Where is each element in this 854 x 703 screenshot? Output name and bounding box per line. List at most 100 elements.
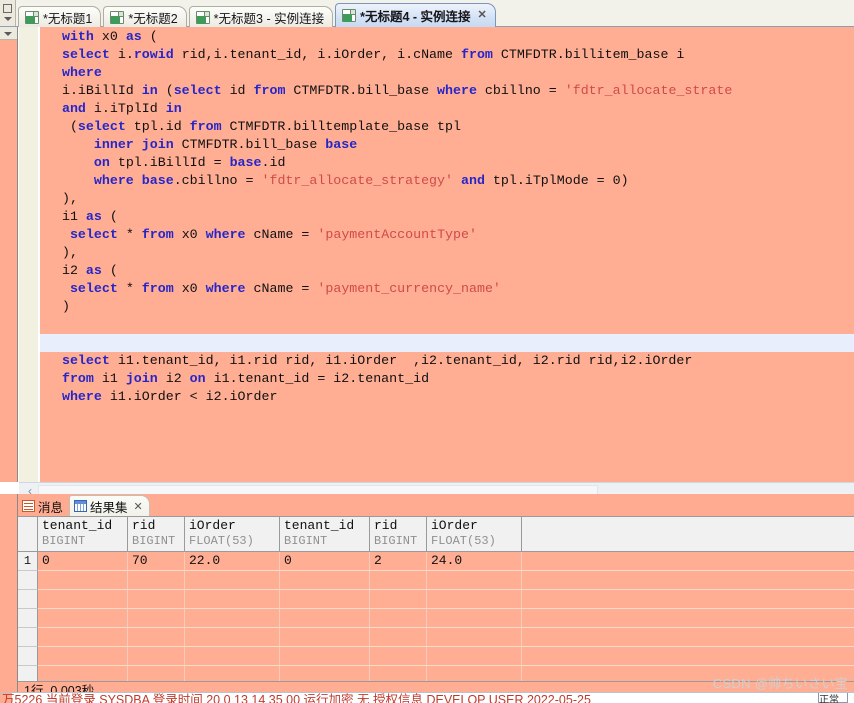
grid-cell[interactable] [185,609,280,628]
editor-tab-label: *无标题3 - 实例连接 [213,11,325,26]
grid-cell[interactable] [427,609,522,628]
editor-tab-1[interactable]: *无标题1 [18,6,102,27]
db-status-text: 万5226 当前登录 SYSDBA 登录时间 20 0 13 14 35 00 … [2,693,591,703]
grid-cell[interactable] [128,628,185,647]
grid-cell[interactable]: 2 [370,552,427,571]
grid-cell[interactable] [280,628,370,647]
row-number[interactable] [18,609,38,628]
grid-cell[interactable] [370,647,427,666]
watermark: CSDN @帅ちいさい宝 [712,676,848,691]
sql-file-icon [110,10,125,24]
grid-cell[interactable]: 70 [128,552,185,571]
grid-cell[interactable] [427,571,522,590]
column-type: BIGINT [284,534,328,548]
sql-keyword: select [69,227,118,242]
grid-cell[interactable] [280,571,370,590]
table-row[interactable] [18,609,854,628]
grid-cell[interactable] [128,609,185,628]
grid-cell[interactable]: 24.0 [427,552,522,571]
tab-result-set[interactable]: 结果集 ✕ [69,495,150,516]
column-header[interactable]: tenant_id BIGINT [280,517,370,552]
grid-cell[interactable] [427,590,522,609]
table-row[interactable]: 1 0 70 22.0 0 2 24.0 [18,552,854,571]
tab-list-icon [3,4,12,13]
sql-string: 'paymentAccountType' [317,227,477,242]
row-number[interactable] [18,647,38,666]
grid-cell[interactable] [38,628,128,647]
table-row[interactable] [18,590,854,609]
grid-cell[interactable] [38,590,128,609]
column-name: rid [132,518,156,533]
editor-left-strip [0,27,18,482]
grid-cell[interactable] [38,571,128,590]
grid-cell[interactable] [427,666,522,681]
tab-messages[interactable]: 消息 [18,496,69,516]
close-icon[interactable]: ✕ [478,10,487,21]
editor-tab-3[interactable]: *无标题3 - 实例连接 [188,6,334,27]
result-grid[interactable]: tenant_id BIGINT rid BIGINT iOrder FLOAT(53) t… [18,516,854,681]
editor-menu-button[interactable] [0,27,17,40]
grid-cell[interactable]: 0 [38,552,128,571]
grid-cell[interactable] [38,647,128,666]
row-number[interactable] [18,571,38,590]
chevron-down-icon [4,32,12,36]
grid-cell[interactable] [280,647,370,666]
sql-text: x0 [173,227,206,242]
grid-cell[interactable] [185,628,280,647]
sql-keyword: select [173,83,222,98]
grid-cell[interactable] [427,628,522,647]
grid-cell[interactable] [38,666,128,681]
column-header[interactable]: tenant_id BIGINT [38,517,128,552]
grid-cell[interactable] [38,609,128,628]
sql-code-area[interactable]: with x0 as ( select i.rowid rid,i.tenant… [40,27,854,482]
db-status-box: 正常 [818,693,848,703]
column-header[interactable]: iOrder FLOAT(53) [185,517,280,552]
sql-keyword: where [61,65,102,80]
table-row[interactable] [18,647,854,666]
grid-cell[interactable] [280,609,370,628]
grid-cell[interactable] [185,666,280,681]
table-row[interactable] [18,628,854,647]
grid-cell[interactable] [370,666,427,681]
grid-cell[interactable] [185,590,280,609]
grid-cell[interactable] [427,647,522,666]
grid-cell[interactable]: 22.0 [185,552,280,571]
grid-cell[interactable]: 0 [280,552,370,571]
code-line: inner join CTMFDTR.bill_base base [40,136,854,154]
grid-cell[interactable] [128,571,185,590]
grid-cell[interactable] [280,590,370,609]
editor-tab-4[interactable]: *无标题4 - 实例连接 ✕ [335,3,496,27]
grid-cell[interactable] [370,571,427,590]
grid-cell[interactable] [128,590,185,609]
row-number[interactable] [18,628,38,647]
column-header[interactable]: rid BIGINT [370,517,427,552]
column-header[interactable]: rid BIGINT [128,517,185,552]
grid-cell[interactable] [280,666,370,681]
grid-cell-filler [522,552,854,571]
sql-text: cName = [245,227,318,242]
table-row[interactable] [18,571,854,590]
grid-cell[interactable] [128,666,185,681]
row-number[interactable] [18,666,38,681]
grid-cell[interactable] [128,647,185,666]
tab-list-button[interactable] [0,0,16,26]
column-header[interactable]: iOrder FLOAT(53) [427,517,522,552]
code-line: i.iBillId in (select id from CTMFDTR.bil… [40,82,854,100]
sql-keyword: in [141,83,158,98]
row-number[interactable]: 1 [18,552,38,571]
code-line: select i.rowid rid,i.tenant_id, i.iOrder… [40,46,854,64]
grid-cell[interactable] [370,609,427,628]
sql-text: x0 [93,29,126,44]
grid-cell[interactable] [185,571,280,590]
grid-cell[interactable] [370,590,427,609]
grid-cell-filler [522,628,854,647]
grid-cell[interactable] [185,647,280,666]
row-number[interactable] [18,590,38,609]
close-icon[interactable]: ✕ [134,500,143,513]
grid-cell[interactable] [370,628,427,647]
editor-tab-2[interactable]: *无标题2 [103,6,187,27]
